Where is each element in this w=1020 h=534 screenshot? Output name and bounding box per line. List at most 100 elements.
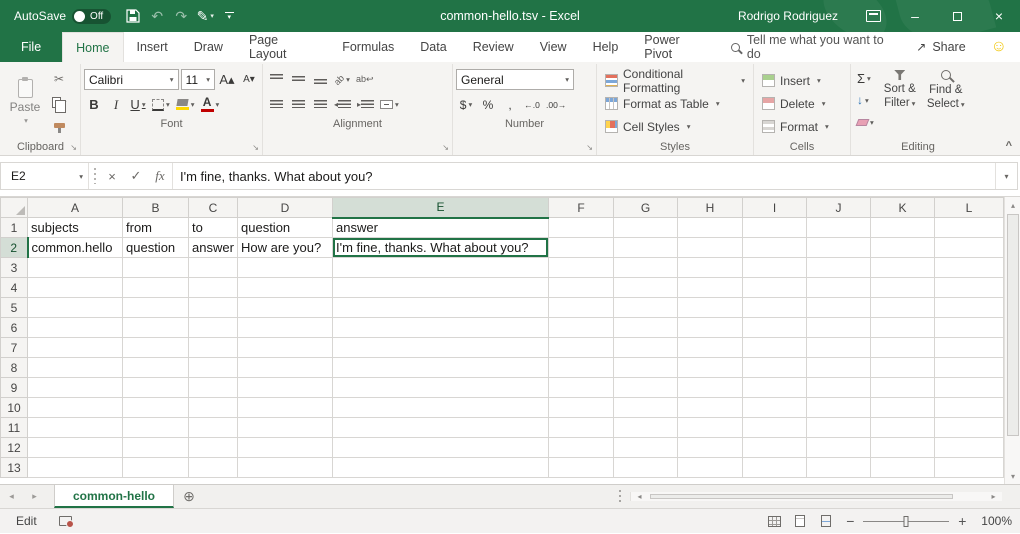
cell-I2[interactable] bbox=[743, 238, 807, 258]
cell-G9[interactable] bbox=[614, 378, 678, 398]
cell-I5[interactable] bbox=[743, 298, 807, 318]
cell-F9[interactable] bbox=[549, 378, 614, 398]
cell-K11[interactable] bbox=[871, 418, 935, 438]
formula-bar-splitter[interactable] bbox=[91, 168, 98, 184]
cell-E10[interactable] bbox=[333, 398, 549, 418]
cell-C10[interactable] bbox=[189, 398, 238, 418]
cell-E2[interactable]: I'm fine, thanks. What about you? bbox=[333, 238, 549, 258]
alignment-dialog-launcher[interactable]: ↘ bbox=[442, 144, 449, 152]
cell-L6[interactable] bbox=[935, 318, 1004, 338]
cell-E11[interactable] bbox=[333, 418, 549, 438]
cell-A4[interactable] bbox=[28, 278, 123, 298]
cell-A9[interactable] bbox=[28, 378, 123, 398]
cell-D10[interactable] bbox=[238, 398, 333, 418]
font-family-select[interactable]: Calibri▾ bbox=[84, 69, 179, 90]
cell-C8[interactable] bbox=[189, 358, 238, 378]
decrease-indent-button[interactable]: ◂ bbox=[332, 94, 353, 115]
cell-K12[interactable] bbox=[871, 438, 935, 458]
sheet-tab-common-hello[interactable]: common-hello bbox=[54, 485, 174, 508]
macro-record-button[interactable] bbox=[53, 509, 79, 534]
close-button[interactable]: × bbox=[978, 0, 1020, 32]
tab-page-layout[interactable]: Page Layout bbox=[236, 32, 329, 62]
cell-L4[interactable] bbox=[935, 278, 1004, 298]
cell-D12[interactable] bbox=[238, 438, 333, 458]
delete-cells-button[interactable]: Delete▾ bbox=[757, 92, 847, 115]
cell-D7[interactable] bbox=[238, 338, 333, 358]
cell-B8[interactable] bbox=[123, 358, 189, 378]
column-header-D[interactable]: D bbox=[238, 198, 333, 218]
clipboard-dialog-launcher[interactable]: ↘ bbox=[70, 144, 77, 152]
accounting-format-button[interactable]: $▾ bbox=[456, 94, 476, 115]
cell-D13[interactable] bbox=[238, 458, 333, 478]
cell-B4[interactable] bbox=[123, 278, 189, 298]
decrease-decimal-button[interactable]: .00→ bbox=[544, 94, 568, 115]
increase-font-size-button[interactable]: A▴ bbox=[217, 69, 237, 90]
cell-K6[interactable] bbox=[871, 318, 935, 338]
cell-C4[interactable] bbox=[189, 278, 238, 298]
tab-help[interactable]: Help bbox=[580, 32, 632, 62]
column-header-J[interactable]: J bbox=[807, 198, 871, 218]
view-normal-button[interactable] bbox=[761, 509, 787, 534]
find-select-button[interactable]: Find & Select▾ bbox=[923, 66, 969, 138]
cell-B13[interactable] bbox=[123, 458, 189, 478]
cell-E3[interactable] bbox=[333, 258, 549, 278]
row-header-10[interactable]: 10 bbox=[1, 398, 28, 418]
cell-I1[interactable] bbox=[743, 218, 807, 238]
cell-G6[interactable] bbox=[614, 318, 678, 338]
select-all-corner[interactable] bbox=[1, 198, 28, 218]
cell-D2[interactable]: How are you? bbox=[238, 238, 333, 258]
cell-C7[interactable] bbox=[189, 338, 238, 358]
cell-G5[interactable] bbox=[614, 298, 678, 318]
tab-home[interactable]: Home bbox=[62, 32, 123, 62]
cell-J2[interactable] bbox=[807, 238, 871, 258]
row-header-8[interactable]: 8 bbox=[1, 358, 28, 378]
minimize-button[interactable]: – bbox=[894, 0, 936, 32]
cell-B12[interactable] bbox=[123, 438, 189, 458]
sheet-nav-left-button[interactable]: ◂ bbox=[0, 485, 23, 508]
h-scroll-track[interactable] bbox=[648, 492, 985, 501]
insert-function-button[interactable]: fx bbox=[148, 163, 172, 189]
percent-style-button[interactable]: % bbox=[478, 94, 498, 115]
row-header-11[interactable]: 11 bbox=[1, 418, 28, 438]
row-header-5[interactable]: 5 bbox=[1, 298, 28, 318]
cell-F8[interactable] bbox=[549, 358, 614, 378]
row-header-4[interactable]: 4 bbox=[1, 278, 28, 298]
cell-L10[interactable] bbox=[935, 398, 1004, 418]
zoom-in-button[interactable]: + bbox=[951, 509, 973, 534]
cell-K10[interactable] bbox=[871, 398, 935, 418]
tab-view[interactable]: View bbox=[527, 32, 580, 62]
maximize-button[interactable] bbox=[936, 0, 978, 32]
cell-B3[interactable] bbox=[123, 258, 189, 278]
paste-button[interactable]: Paste ▾ bbox=[4, 66, 46, 138]
tab-scroll-splitter[interactable] bbox=[618, 490, 622, 503]
format-as-table-button[interactable]: Format as Table▾ bbox=[600, 92, 750, 115]
collapse-ribbon-button[interactable]: ^ bbox=[1006, 140, 1012, 152]
cell-I4[interactable] bbox=[743, 278, 807, 298]
row-header-13[interactable]: 13 bbox=[1, 458, 28, 478]
font-dialog-launcher[interactable]: ↘ bbox=[252, 144, 259, 152]
tab-insert[interactable]: Insert bbox=[124, 32, 181, 62]
cell-H13[interactable] bbox=[678, 458, 743, 478]
cell-F7[interactable] bbox=[549, 338, 614, 358]
cell-B1[interactable]: from bbox=[123, 218, 189, 238]
cell-C1[interactable]: to bbox=[189, 218, 238, 238]
cell-J11[interactable] bbox=[807, 418, 871, 438]
redo-button[interactable]: ↷ bbox=[169, 0, 193, 32]
cell-I7[interactable] bbox=[743, 338, 807, 358]
font-size-select[interactable]: 11▾ bbox=[181, 69, 215, 90]
tab-formulas[interactable]: Formulas bbox=[329, 32, 407, 62]
borders-button[interactable]: ▾ bbox=[150, 94, 172, 115]
cell-A12[interactable] bbox=[28, 438, 123, 458]
cell-H1[interactable] bbox=[678, 218, 743, 238]
cell-A3[interactable] bbox=[28, 258, 123, 278]
qat-customize-button[interactable]: ▾ bbox=[217, 0, 241, 32]
horizontal-scrollbar[interactable]: ◂ ▸ bbox=[630, 492, 1002, 501]
scroll-down-button[interactable]: ▾ bbox=[1005, 468, 1020, 484]
cell-A1[interactable]: subjects bbox=[28, 218, 123, 238]
copy-button[interactable]: ▾ bbox=[46, 92, 72, 112]
cell-B10[interactable] bbox=[123, 398, 189, 418]
cell-G8[interactable] bbox=[614, 358, 678, 378]
cell-A7[interactable] bbox=[28, 338, 123, 358]
align-top-button[interactable] bbox=[266, 69, 286, 90]
cell-G3[interactable] bbox=[614, 258, 678, 278]
